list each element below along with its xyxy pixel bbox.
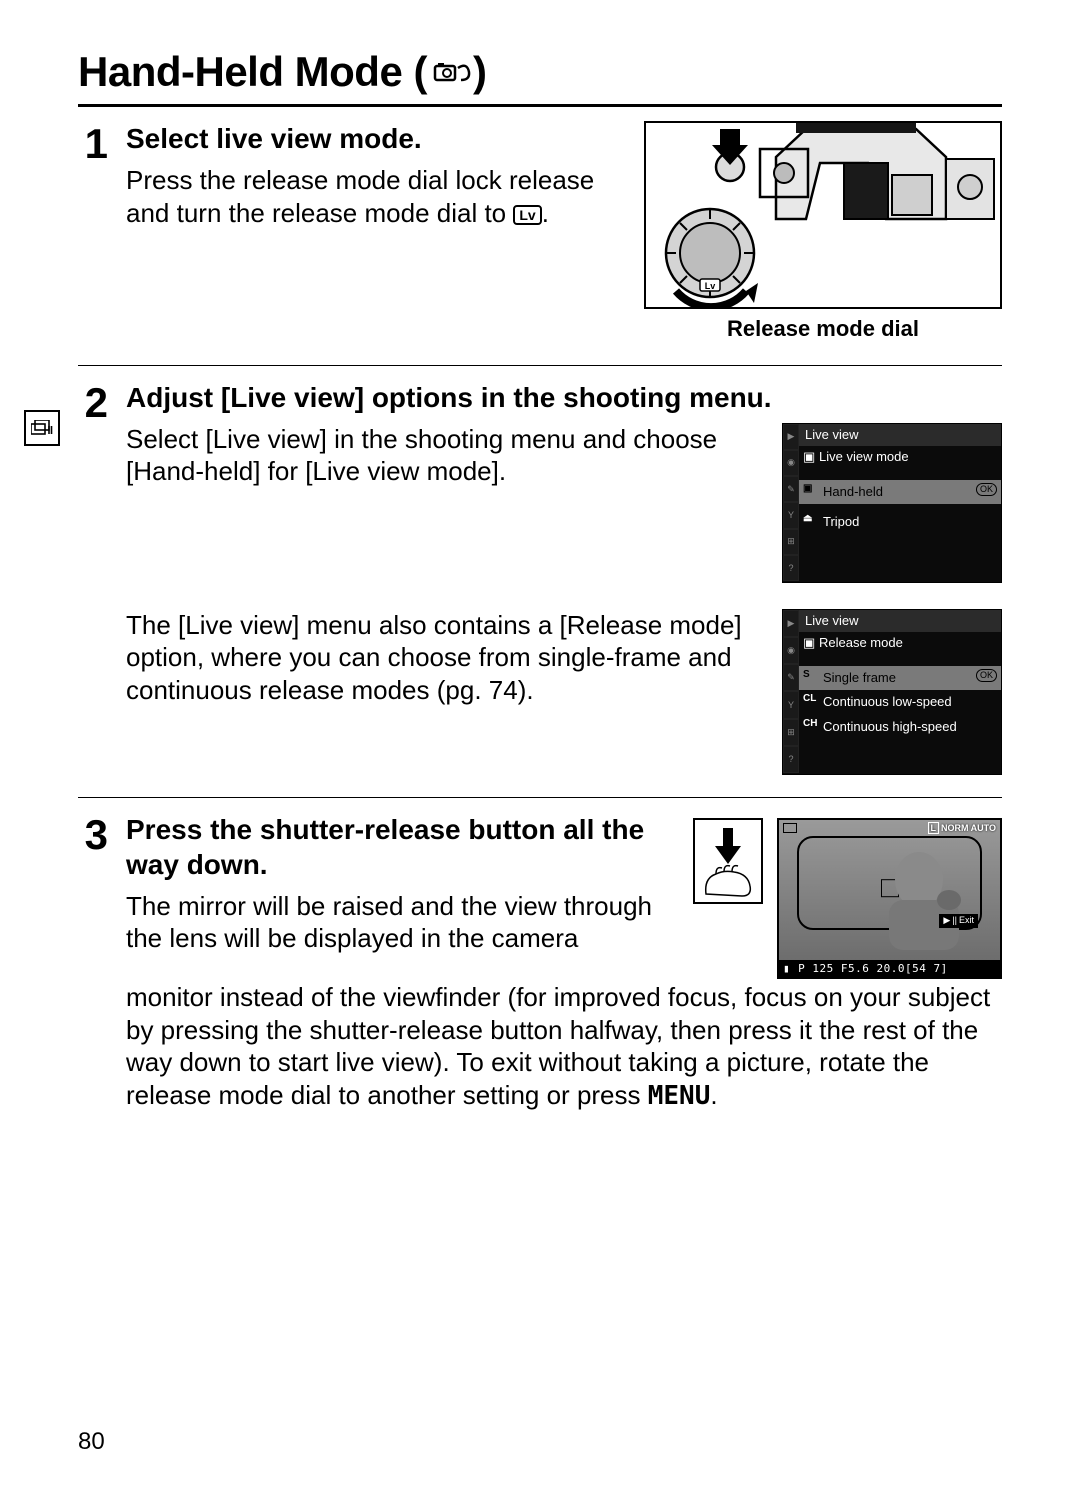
live-view-preview: LNORM AUTO ▶||Exit — [777, 818, 1002, 980]
section-burst-icon — [24, 410, 60, 446]
step3-heading: Press the shutter-release button all the… — [126, 812, 673, 882]
menu-tab-icon: ⊞ — [783, 719, 799, 746]
menu-live-view-mode: ▶ ◉ ✎ Y ⊞ ? Live view ▣ Live view mode — [782, 423, 1002, 583]
step2-para2: The [Live view] menu also contains a [Re… — [126, 609, 758, 707]
page-title: Hand-Held Mode () — [78, 48, 1002, 107]
step1-heading: Select live view mode. — [126, 121, 620, 156]
menu-option: CH Continuous high-speed — [799, 715, 1001, 739]
hand-icon — [702, 864, 754, 898]
step-number: 3 — [78, 814, 108, 856]
menu-tab-icon: ✎ — [783, 664, 799, 691]
step2-para1: Select [Live view] in the shooting menu … — [126, 423, 758, 488]
menu-release-mode: ▶ ◉ ✎ Y ⊞ ? Live view ▣ Release mode — [782, 609, 1002, 775]
release-mode-dial-illustration: Lv — [644, 121, 1002, 309]
menu-tab-icon: ▶ — [783, 610, 799, 637]
hand-held-icon — [433, 50, 473, 98]
menu-tab-icon: Y — [783, 502, 799, 528]
menu-title: Live view — [799, 424, 1001, 446]
menu-tab-icon: ◉ — [783, 450, 799, 476]
step-2: 2 Adjust [Live view] options in the shoo… — [78, 365, 1002, 775]
menu-option: ⏏ Tripod — [799, 510, 1001, 534]
step3-para-a: The mirror will be raised and the view t… — [126, 891, 652, 954]
title-text: Hand-Held Mode ( — [78, 48, 427, 95]
subject-illustration — [779, 820, 1000, 960]
step-3: 3 Press the shutter-release button all t… — [78, 797, 1002, 1113]
dial-caption: Release mode dial — [644, 315, 1002, 343]
camera-icon: ▣ — [803, 635, 815, 651]
step1-body: Press the release mode dial lock release… — [126, 164, 620, 229]
shutter-press-illustration — [693, 818, 763, 904]
menu-button-label: MENU — [648, 1081, 711, 1111]
menu-title: Live view — [799, 610, 1001, 632]
step-number: 1 — [78, 123, 108, 165]
ok-badge: OK — [976, 669, 997, 682]
menu-tab-icon: ? — [783, 555, 799, 581]
arrow-down-icon — [715, 828, 741, 864]
title-close: ) — [473, 48, 487, 95]
step3-para-b: monitor instead of the viewfinder (for i… — [126, 981, 1002, 1112]
step-1: 1 Select live view mode. Press the relea… — [78, 121, 1002, 343]
ok-badge: OK — [976, 483, 997, 496]
menu-subtitle: ▣ Release mode — [799, 632, 1001, 654]
exit-hint: ▶||Exit — [939, 914, 978, 927]
step2-heading: Adjust [Live view] options in the shooti… — [126, 380, 1002, 415]
step-number: 2 — [78, 382, 108, 424]
page-number: 80 — [78, 1428, 105, 1456]
menu-tab-icon: ◉ — [783, 637, 799, 664]
menu-tab-icon: ✎ — [783, 476, 799, 502]
menu-subtitle: ▣ Live view mode — [799, 446, 1001, 468]
lv-icon: Lv — [513, 205, 541, 226]
hand-held-icon: ▣ — [803, 483, 812, 496]
exposure-info-bar: ▮ P 125 F5.6 20.0[54 7] — [779, 960, 1000, 978]
menu-tab-icon: ▶ — [783, 424, 799, 450]
menu-option-selected: S Single frame OK — [799, 666, 1001, 690]
menu-tab-icon: ⊞ — [783, 529, 799, 555]
menu-option: CL Continuous low-speed — [799, 690, 1001, 714]
battery-icon: ▮ — [783, 962, 790, 976]
svg-text:Lv: Lv — [705, 281, 716, 291]
menu-tab-icon: ? — [783, 746, 799, 773]
menu-tab-icon: Y — [783, 691, 799, 718]
menu-option-selected: ▣ Hand-held OK — [799, 480, 1001, 504]
camera-icon: ▣ — [803, 449, 815, 465]
tripod-icon: ⏏ — [803, 513, 812, 526]
